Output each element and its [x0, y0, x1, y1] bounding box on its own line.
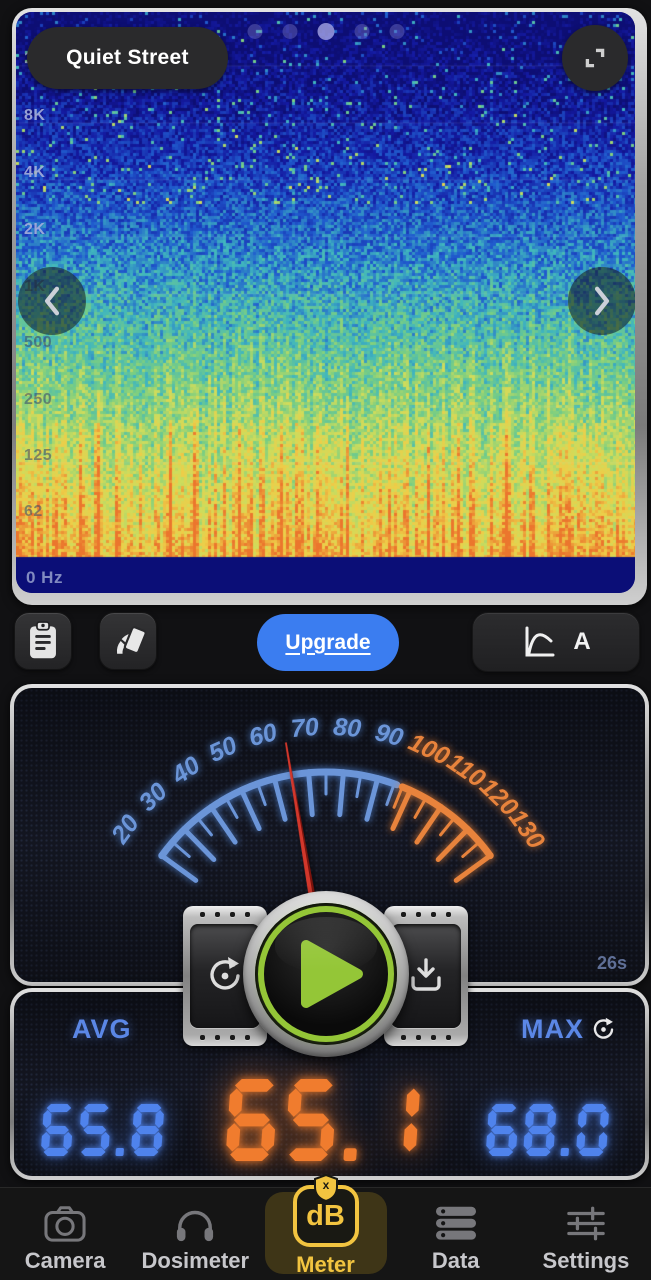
play-icon	[294, 935, 372, 1013]
elapsed-time: 26s	[597, 953, 627, 974]
fullscreen-button[interactable]	[562, 25, 628, 91]
page-dot[interactable]	[317, 23, 334, 40]
decibel-meter-app: 16K8K4K2K1K50025012562 0 Hz Quiet Street	[0, 0, 651, 1280]
save-icon	[405, 955, 447, 997]
shield-x-icon: x	[313, 1174, 339, 1202]
max-value	[485, 1104, 619, 1161]
upgrade-label: Upgrade	[285, 631, 370, 655]
current-value	[224, 1079, 435, 1166]
frequency-label: 8K	[24, 107, 45, 125]
prev-arrow-button[interactable]	[18, 267, 86, 335]
tab-data[interactable]: Data	[391, 1188, 521, 1280]
theme-button[interactable]	[99, 612, 157, 670]
avg-label: AVG	[72, 1014, 132, 1045]
svg-text:x: x	[322, 1178, 329, 1192]
expand-icon	[576, 39, 614, 77]
chevron-right-icon	[589, 284, 615, 318]
cards-icon	[108, 621, 148, 661]
screw-dots	[183, 912, 267, 917]
tab-settings[interactable]: Settings	[521, 1188, 651, 1280]
page-dot[interactable]	[247, 24, 262, 39]
scene-label-text: Quiet Street	[66, 46, 189, 70]
next-arrow-button[interactable]	[568, 267, 635, 335]
frequency-label: 62	[24, 503, 43, 521]
data-list-icon	[433, 1203, 479, 1243]
upgrade-button[interactable]: Upgrade	[257, 614, 399, 671]
spectrogram-panel: 16K8K4K2K1K50025012562 0 Hz Quiet Street	[12, 8, 647, 605]
tab-meter[interactable]: dB x Meter	[260, 1188, 390, 1280]
headphones-icon	[172, 1203, 218, 1243]
svg-text:60: 60	[246, 718, 280, 752]
clipboard-icon	[24, 620, 62, 662]
tab-label: Camera	[25, 1248, 106, 1274]
max-label-text: MAX	[521, 1014, 584, 1045]
scene-label-button[interactable]: Quiet Street	[27, 27, 228, 89]
tab-label: Data	[432, 1248, 480, 1274]
max-reset-icon[interactable]	[590, 1016, 617, 1043]
frequency-zero-label: 0 Hz	[26, 568, 63, 588]
svg-text:70: 70	[290, 713, 320, 743]
page-dot[interactable]	[389, 24, 404, 39]
camera-icon	[42, 1203, 88, 1243]
reset-icon	[204, 955, 246, 997]
tab-dosimeter[interactable]: Dosimeter	[130, 1188, 260, 1280]
tab-camera[interactable]: Camera	[0, 1188, 130, 1280]
frequency-label: 250	[24, 391, 52, 409]
tab-bar: Camera Dosimeter dB x Meter Data Setting…	[0, 1187, 651, 1280]
play-button-face	[255, 903, 397, 1045]
frequency-label: 500	[24, 334, 52, 352]
svg-text:50: 50	[205, 731, 242, 768]
avg-label-text: AVG	[72, 1014, 132, 1045]
svg-text:40: 40	[166, 751, 206, 790]
spectrogram-image	[16, 12, 635, 593]
screw-dots	[384, 912, 468, 917]
max-label: MAX	[521, 1014, 617, 1045]
svg-text:30: 30	[133, 777, 173, 817]
avg-value	[40, 1104, 174, 1161]
frequency-label: 4K	[24, 164, 45, 182]
frequency-weighting-button[interactable]: A	[472, 612, 640, 672]
tab-label: Meter	[296, 1252, 355, 1278]
chevron-left-icon	[39, 284, 65, 318]
db-badge-text: dB	[306, 1200, 345, 1233]
svg-text:90: 90	[372, 718, 406, 752]
svg-text:80: 80	[332, 713, 362, 743]
page-dot[interactable]	[282, 24, 297, 39]
play-button[interactable]	[243, 891, 409, 1057]
db-meter-icon: dB x	[293, 1185, 359, 1247]
weighting-value: A	[573, 628, 590, 656]
tab-label: Settings	[543, 1248, 630, 1274]
spectrogram-view[interactable]: 16K8K4K2K1K50025012562 0 Hz Quiet Street	[16, 12, 635, 593]
page-dots[interactable]	[247, 23, 404, 40]
screw-dots	[183, 1035, 267, 1040]
response-curve-icon	[521, 624, 557, 660]
sliders-icon	[563, 1203, 609, 1243]
tab-label: Dosimeter	[142, 1248, 250, 1274]
svg-text:20: 20	[105, 810, 145, 850]
screw-dots	[384, 1035, 468, 1040]
report-button[interactable]	[14, 612, 72, 670]
frequency-label: 2K	[24, 221, 45, 239]
frequency-label: 125	[24, 447, 52, 465]
page-dot[interactable]	[354, 24, 369, 39]
